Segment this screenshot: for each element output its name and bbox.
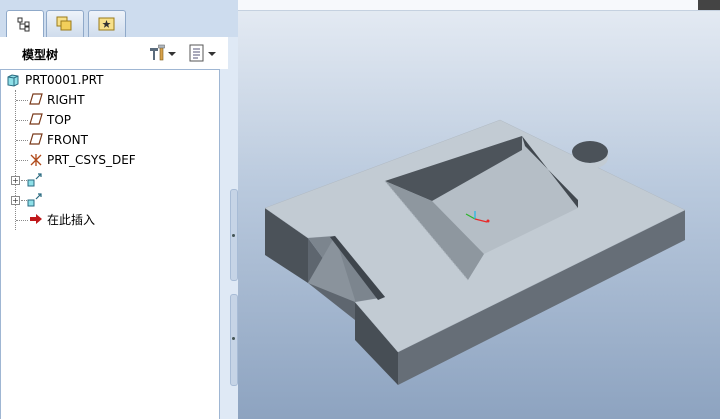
hole bbox=[572, 141, 608, 163]
tree-item-label: PRT_CSYS_DEF bbox=[47, 153, 136, 167]
datum-plane-icon bbox=[29, 113, 43, 125]
tree-item-datum-right[interactable]: RIGHT bbox=[1, 90, 219, 110]
tab-favorites[interactable] bbox=[88, 10, 126, 37]
splitter-grip[interactable] bbox=[230, 294, 238, 386]
tools-icon bbox=[150, 44, 165, 61]
tree-item-label: FRONT bbox=[47, 133, 88, 147]
model-tree-icon bbox=[17, 17, 30, 32]
csys-icon bbox=[30, 154, 42, 166]
tree-item-csys[interactable]: PRT_CSYS_DEF bbox=[1, 150, 219, 170]
tree-item-extrude-1[interactable] bbox=[1, 170, 219, 190]
navigator-tab-strip bbox=[0, 0, 238, 38]
tree-item-label: TOP bbox=[47, 113, 72, 127]
tree-item-datum-front[interactable]: FRONT bbox=[1, 130, 219, 150]
model-tree: PRT0001.PRT RIGHT TOP FRONT PRT_CSYS_DEF… bbox=[0, 69, 220, 419]
favorites-icon bbox=[98, 17, 115, 31]
tree-settings-button[interactable] bbox=[146, 42, 178, 64]
extrude-feature-icon bbox=[27, 173, 42, 187]
datum-plane-icon bbox=[29, 133, 43, 145]
tree-item-datum-top[interactable]: TOP bbox=[1, 110, 219, 130]
tree-item-label: PRT0001.PRT bbox=[25, 73, 104, 87]
3d-part-model[interactable] bbox=[238, 0, 720, 419]
tree-item-insert-here[interactable]: 在此插入 bbox=[1, 210, 219, 230]
grip-dot bbox=[232, 337, 235, 340]
tab-folder-browser[interactable] bbox=[46, 10, 84, 37]
chevron-down-icon bbox=[208, 52, 216, 56]
tree-item-label: 在此插入 bbox=[47, 213, 96, 227]
extrude-feature-icon bbox=[27, 193, 42, 207]
navigator-panel: 模型树 PRT0001.PRT RIGHT TOP FRONT PRT_CSYS… bbox=[0, 0, 238, 419]
insert-here-arrow-icon bbox=[30, 214, 42, 224]
model-tree-title: 模型树 bbox=[22, 48, 59, 62]
tab-model-tree[interactable] bbox=[6, 10, 44, 38]
panel-splitter[interactable] bbox=[228, 69, 238, 419]
tree-item-extrude-2[interactable] bbox=[1, 190, 219, 210]
graphics-viewport[interactable] bbox=[238, 0, 720, 419]
tree-item-label: RIGHT bbox=[47, 93, 85, 107]
tree-item-root-part[interactable]: PRT0001.PRT bbox=[1, 70, 219, 90]
show-list-icon bbox=[189, 44, 204, 62]
grip-dot bbox=[232, 234, 235, 237]
folder-browser-icon bbox=[56, 16, 72, 31]
chevron-down-icon bbox=[168, 52, 176, 56]
tree-show-button[interactable] bbox=[186, 42, 218, 64]
viewport-top-bar bbox=[238, 0, 720, 11]
model-tree-header: 模型树 bbox=[0, 37, 228, 69]
part-icon bbox=[7, 74, 19, 87]
datum-plane-icon bbox=[29, 93, 43, 105]
corner-indicator bbox=[698, 0, 720, 10]
